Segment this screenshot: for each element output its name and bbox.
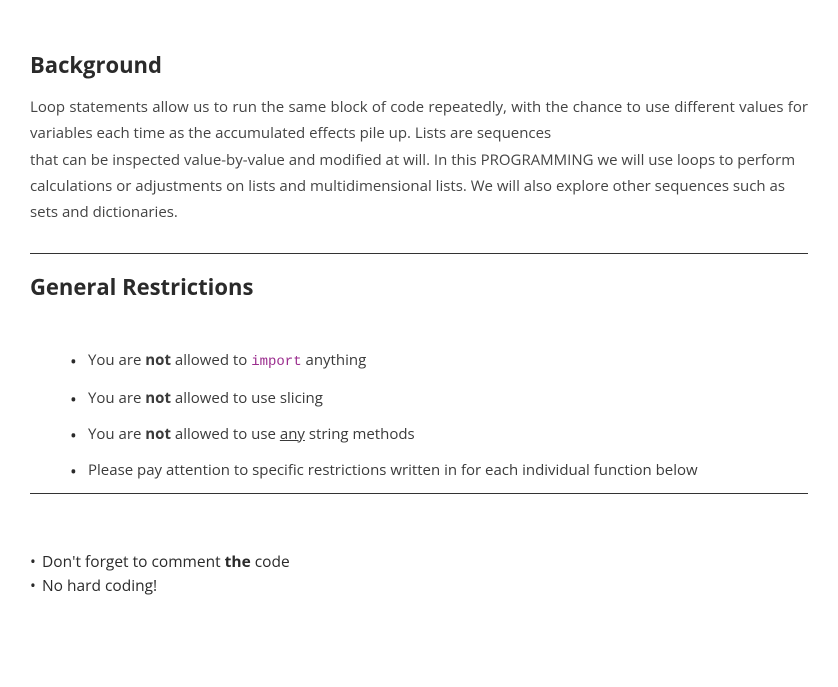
bold-text: not (145, 388, 171, 408)
background-text-line2: that can be inspected value-by-value and… (30, 147, 808, 226)
bold-text: not (145, 424, 171, 444)
list-item: No hard coding! (30, 573, 808, 597)
divider-bottom (30, 493, 808, 494)
bold-text: the (225, 550, 251, 572)
notes-list: Don't forget to comment the code No hard… (30, 549, 808, 597)
bold-text: not (145, 350, 171, 370)
text-fragment: You are (88, 388, 145, 408)
text-fragment: string methods (305, 424, 415, 444)
text-fragment: Don't forget to comment (42, 550, 225, 572)
text-fragment: anything (302, 350, 367, 370)
text-fragment: code (251, 550, 290, 572)
background-paragraph: Loop statements allow us to run the same… (30, 94, 808, 225)
text-fragment: You are (88, 424, 145, 444)
background-text-line1: Loop statements allow us to run the same… (30, 94, 808, 147)
text-fragment: allowed to (171, 350, 251, 370)
divider-top (30, 253, 808, 254)
text-fragment: You are (88, 350, 145, 370)
restrictions-heading: General Restrictions (30, 272, 808, 302)
list-item: You are not allowed to use any string me… (70, 416, 808, 452)
list-item: You are not allowed to import anything (70, 342, 808, 379)
background-heading: Background (30, 50, 808, 80)
list-item: You are not allowed to use slicing (70, 380, 808, 416)
text-fragment: No hard coding! (42, 574, 157, 596)
text-fragment: allowed to use slicing (171, 388, 323, 408)
restrictions-list: You are not allowed to import anything Y… (30, 342, 808, 487)
list-item: Don't forget to comment the code (30, 549, 808, 573)
code-text: import (251, 354, 301, 370)
list-item: Please pay attention to specific restric… (70, 452, 808, 488)
underline-text: any (280, 424, 305, 444)
text-fragment: allowed to use (171, 424, 280, 444)
text-fragment: Please pay attention to specific restric… (88, 460, 698, 480)
